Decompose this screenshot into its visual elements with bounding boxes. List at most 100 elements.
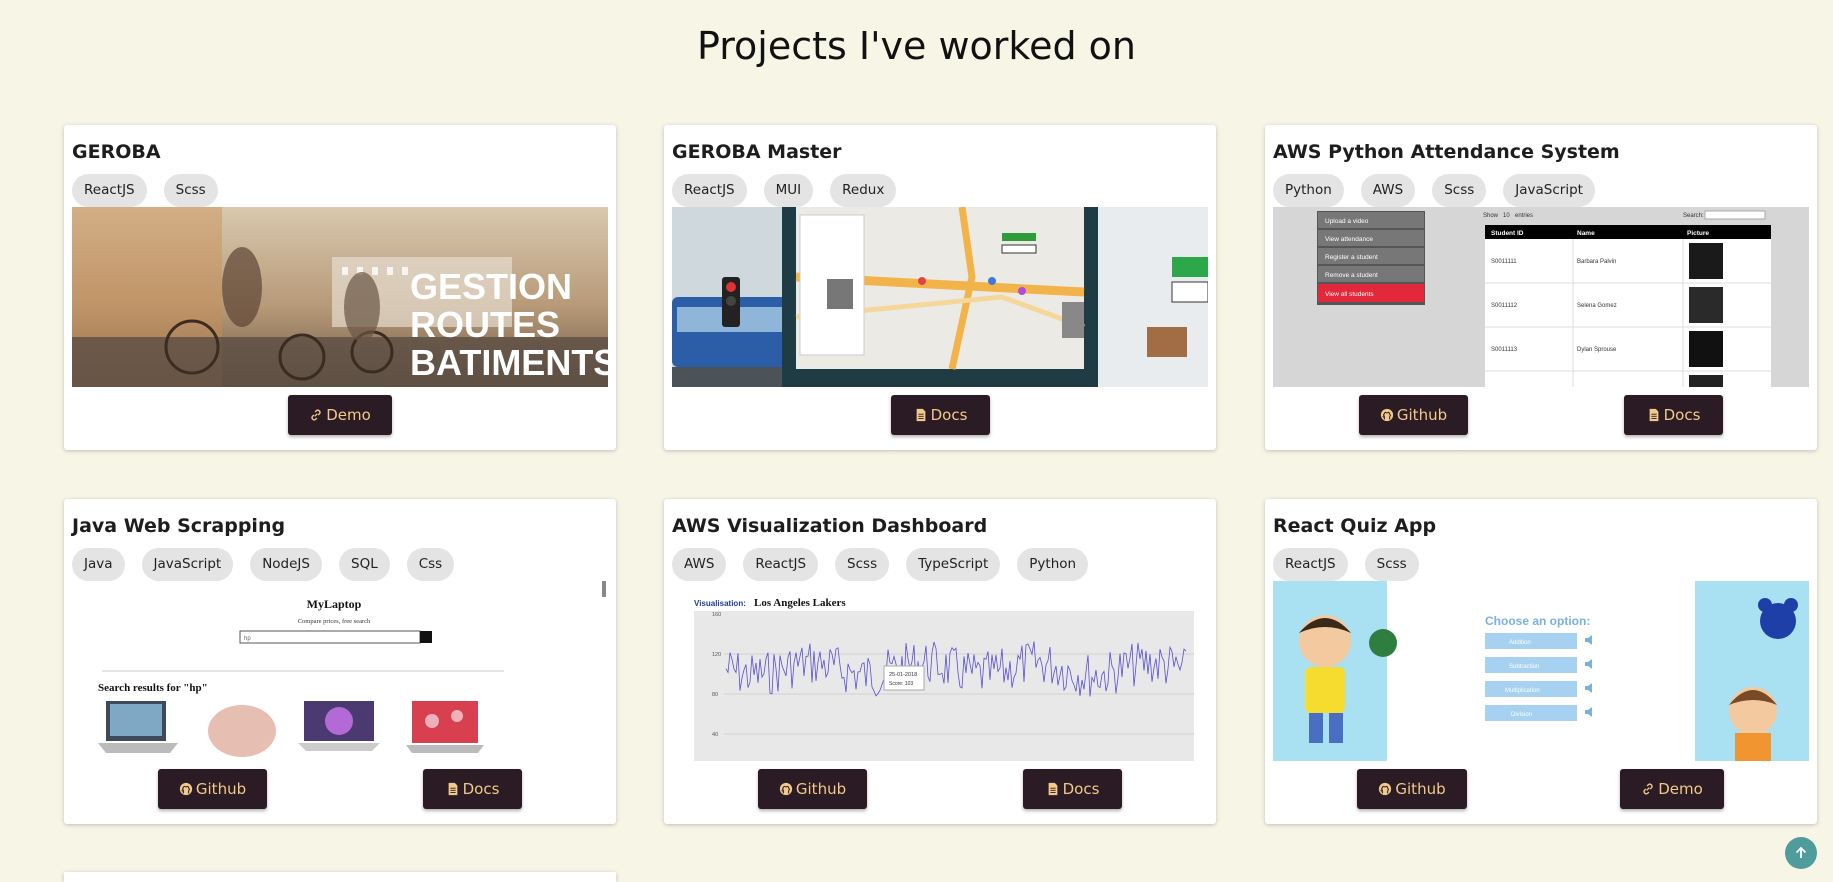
github-icon [1379, 782, 1392, 796]
project-card-aws-attendance: AWS Python Attendance System Python AWS … [1265, 125, 1817, 450]
thumb-text: S0011111 [1491, 259, 1517, 265]
tag: Scss [163, 174, 218, 207]
project-thumbnail [672, 207, 1208, 387]
thumb-menu-item: Remove a student [1325, 272, 1378, 279]
button-label: Github [1396, 406, 1448, 424]
tag: SQL [339, 548, 390, 581]
thumb-menu-item: Upload a video [1325, 218, 1369, 225]
thumb-text: Choose an option: [1485, 614, 1590, 628]
document-icon [1649, 408, 1658, 422]
thumbnail-image: Choose an option: Addition Subtraction M… [1273, 581, 1809, 761]
project-title: GEROBA Master [672, 141, 842, 163]
tag: JavaScript [141, 548, 234, 581]
tag: Css [406, 548, 455, 581]
thumb-text: 25-01-2018 [889, 672, 917, 678]
tag: Scss [835, 548, 890, 581]
tag: MUI [763, 174, 814, 207]
thumb-text: S0011112 [1491, 303, 1518, 309]
project-title: Java Web Scrapping [72, 515, 286, 537]
thumb-text: Name [1577, 230, 1595, 237]
tag: Scss [1432, 174, 1487, 207]
thumb-text: Student ID [1491, 230, 1524, 237]
thumb-text: Dylan Sprouse [1577, 347, 1617, 353]
tag: Python [1273, 174, 1344, 207]
button-label: Docs [930, 406, 968, 424]
github-button[interactable]: Github [1359, 395, 1468, 435]
tag-list: Java JavaScript NodeJS SQL Css [72, 548, 455, 581]
thumb-text: BATIMENTS [410, 342, 608, 383]
github-button[interactable]: Github [1357, 769, 1467, 809]
thumb-text: ROUTES [410, 304, 560, 345]
tag: TypeScript [906, 548, 1001, 581]
button-label: Docs [1062, 780, 1100, 798]
button-label: Docs [462, 780, 500, 798]
docs-button[interactable]: Docs [1023, 769, 1122, 809]
scroll-to-top-button[interactable] [1785, 837, 1817, 869]
thumb-text: Subtraction [1509, 664, 1539, 670]
thumb-text: Multiplication [1505, 688, 1540, 694]
tag: Redux [830, 174, 897, 207]
docs-button[interactable]: Docs [1624, 395, 1723, 435]
thumb-text: Division [1511, 712, 1532, 718]
button-label: Github [795, 780, 847, 798]
project-title: AWS Python Attendance System [1273, 141, 1620, 163]
project-title: React Quiz App [1273, 515, 1437, 537]
thumbnail-image: MyLaptop Compare prices, free search hp … [72, 581, 608, 761]
button-label: Demo [326, 406, 371, 424]
thumb-text: Visualisation: [694, 599, 746, 608]
tag: ReactJS [1273, 548, 1348, 581]
project-thumbnail: Choose an option: Addition Subtraction M… [1273, 581, 1809, 761]
github-icon [1380, 408, 1394, 422]
project-title: GEROBA [72, 141, 161, 163]
thumb-text: 10 [1503, 213, 1510, 219]
project-card-aws-visualization: AWS Visualization Dashboard AWS ReactJS … [664, 499, 1216, 824]
docs-button[interactable]: Docs [423, 769, 522, 809]
document-icon [916, 408, 925, 422]
project-card-java-web-scrapping: Java Web Scrapping Java JavaScript NodeJ… [64, 499, 616, 824]
thumb-text: Addition [1509, 640, 1531, 646]
page-title: Projects I've worked on [696, 24, 1136, 68]
tag: ReactJS [743, 548, 819, 581]
arrow-up-icon [1795, 846, 1807, 858]
thumbnail-image: Upload a video View attendance Register … [1273, 207, 1809, 387]
tag: ReactJS [672, 174, 747, 207]
thumb-text: MyLaptop [307, 597, 362, 611]
project-thumbnail: Visualisation: Los Angeles Lakers 160 12… [672, 581, 1208, 761]
tag: AWS [672, 548, 727, 581]
thumb-text: Barbara Palvin [1577, 259, 1616, 265]
link-icon [1643, 783, 1653, 795]
github-button[interactable]: Github [158, 769, 267, 809]
thumb-text: Picture [1687, 230, 1709, 237]
demo-button[interactable]: Demo [288, 395, 392, 435]
project-card-geroba-master: GEROBA Master ReactJS MUI Redux Docs [664, 125, 1216, 450]
tag: Scss [1364, 548, 1419, 581]
tag-list: AWS ReactJS Scss TypeScript Python [672, 548, 1089, 581]
tag: Java [72, 548, 125, 581]
thumb-text: Search: [1683, 213, 1704, 219]
document-icon [448, 782, 457, 796]
demo-button[interactable]: Demo [1620, 769, 1724, 809]
docs-button[interactable]: Docs [891, 395, 990, 435]
project-card-partial [64, 872, 616, 882]
thumb-text: Selena Gomez [1577, 303, 1617, 309]
project-title: AWS Visualization Dashboard [672, 515, 988, 537]
thumb-text: S0011113 [1491, 347, 1518, 353]
github-button[interactable]: Github [758, 769, 867, 809]
thumb-menu-item: View all students [1325, 291, 1374, 298]
thumb-menu-item: Register a student [1325, 254, 1378, 261]
thumb-text: Compare prices, free search [298, 618, 371, 625]
thumb-text: Score: 103 [889, 681, 913, 687]
thumb-text: 120 [712, 652, 721, 658]
tag-list: ReactJS MUI Redux [672, 174, 897, 207]
thumb-text: 40 [712, 732, 718, 738]
thumb-text: Los Angeles Lakers [754, 597, 846, 609]
tag: ReactJS [72, 174, 147, 207]
thumbnail-image: Visualisation: Los Angeles Lakers 160 12… [672, 581, 1208, 761]
project-thumbnail: MyLaptop Compare prices, free search hp … [72, 581, 608, 761]
project-thumbnail: GESTION ROUTES BATIMENTS [72, 207, 608, 387]
thumb-menu-item: View attendance [1325, 236, 1373, 243]
button-label: Github [195, 780, 247, 798]
tag: AWS [1360, 174, 1416, 207]
thumb-text: GESTION [410, 266, 572, 307]
thumb-text: 160 [712, 612, 721, 618]
